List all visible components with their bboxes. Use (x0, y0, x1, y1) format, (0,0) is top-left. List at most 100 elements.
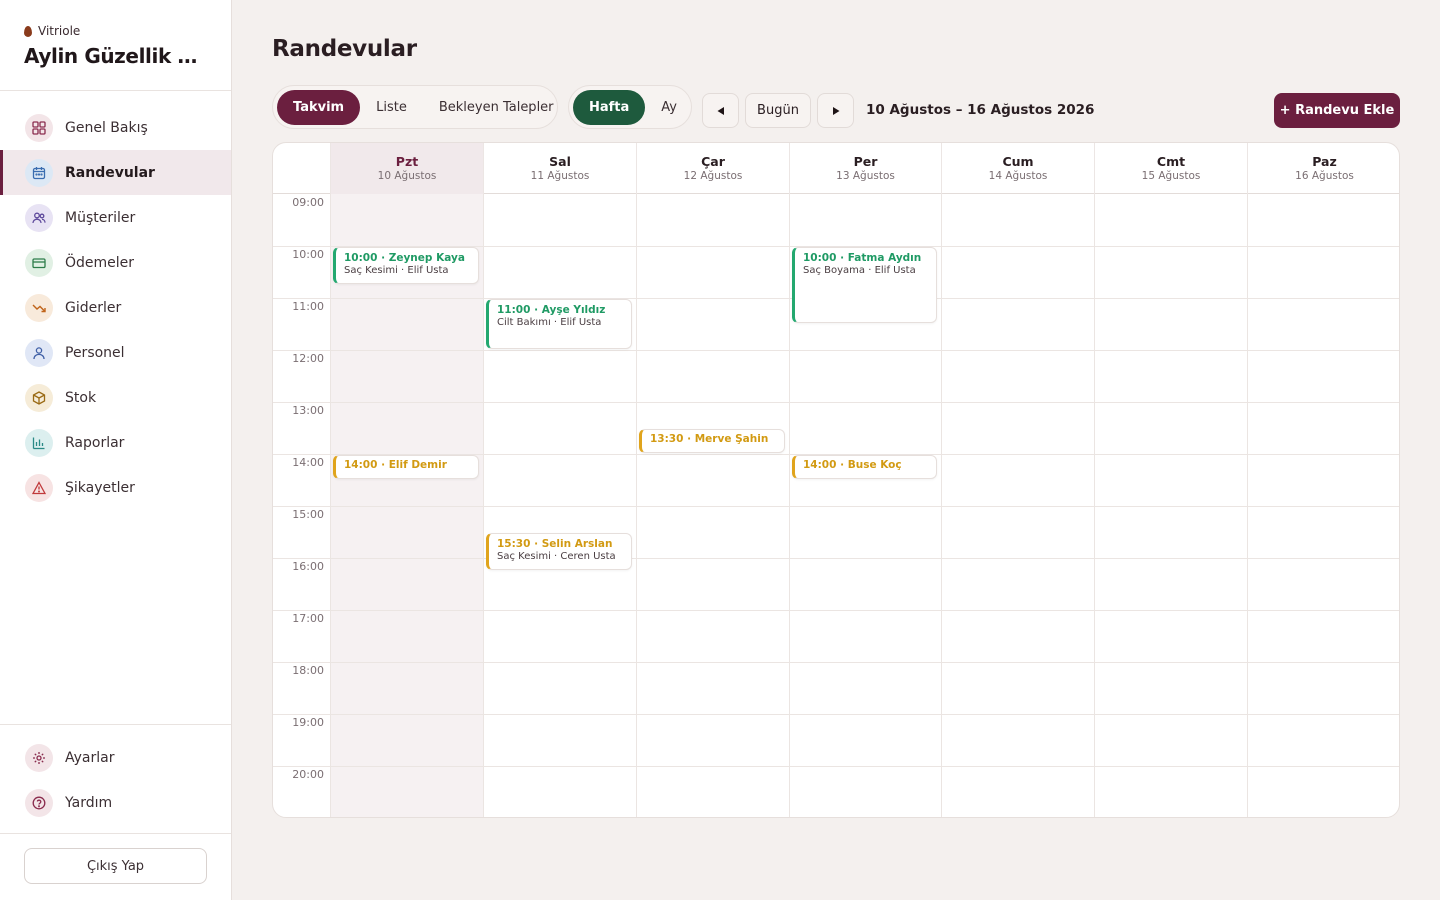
date-range-label: 10 Ağustos – 16 Ağustos 2026 (866, 102, 1095, 118)
sidebar-item-label: Ödemeler (65, 254, 135, 271)
bar-chart-icon (25, 428, 53, 457)
sidebar-divider (0, 724, 231, 725)
sidebar-item-personel[interactable]: Personel (0, 330, 231, 375)
hour-line (273, 350, 1399, 351)
day-header-pzt[interactable]: Pzt 10 Ağustos (330, 143, 483, 194)
day-header-sal[interactable]: Sal 11 Ağustos (483, 143, 636, 194)
day-date: 15 Ağustos (1141, 170, 1201, 182)
day-header-cum[interactable]: Cum 14 Ağustos (941, 143, 1094, 194)
appointment-title: 10:00 · Zeynep Kaya (344, 252, 465, 264)
appointment-card[interactable]: 14:00 · Elif Demir (333, 455, 479, 479)
appointment-card[interactable]: 14:00 · Buse Koç (792, 455, 937, 479)
day-column-divider (330, 194, 331, 817)
hour-line (273, 610, 1399, 611)
tab-bekleyen-talepler[interactable]: Bekleyen Talepler (423, 90, 570, 125)
sidebar-item-label: Genel Bakış (65, 119, 148, 136)
sidebar-item-sikayetler[interactable]: Şikayetler (0, 465, 231, 510)
appointment-details: Saç Kesimi · Ceren Usta (497, 551, 616, 562)
time-label: 15:00 (292, 508, 324, 521)
tab-liste[interactable]: Liste (360, 90, 423, 125)
day-date: 12 Ağustos (683, 170, 743, 182)
sidebar-item-odemeler[interactable]: Ödemeler (0, 240, 231, 285)
time-label: 20:00 (292, 768, 324, 781)
alert-triangle-icon (25, 473, 53, 502)
week-calendar: Pzt 10 Ağustos Sal 11 Ağustos Çar 12 Ağu… (272, 142, 1400, 818)
sidebar-item-raporlar[interactable]: Raporlar (0, 420, 231, 465)
sidebar-item-musteriler[interactable]: Müşteriler (0, 195, 231, 240)
appointment-card[interactable]: 10:00 · Zeynep Kaya Saç Kesimi · Elif Ust… (333, 247, 479, 284)
brand: Vitriole Aylin Güzellik Me... (24, 24, 214, 68)
day-column-divider (1094, 194, 1095, 817)
appointment-title: 10:00 · Fatma Aydın (803, 252, 922, 264)
time-label: 09:00 (292, 196, 324, 209)
sidebar-item-label: Personel (65, 344, 125, 361)
calendar-grid[interactable]: 09:00 10:00 11:00 12:00 13:00 14:00 15:00 16:00… (273, 194, 1399, 817)
page-title: Randevular (272, 36, 417, 62)
sidebar-item-label: Ayarlar (65, 749, 115, 766)
day-column-divider (789, 194, 790, 817)
appointment-card[interactable]: 11:00 · Ayşe Yıldız Cilt Bakımı · Elif Us… (486, 299, 632, 349)
day-name: Cum (1002, 154, 1034, 169)
sidebar-item-genel-bakis[interactable]: Genel Bakış (0, 105, 231, 150)
sidebar-item-yardim[interactable]: Yardım (0, 780, 231, 825)
calendar-toolbar: Takvim Liste Bekleyen Talepler Hafta Ay … (272, 85, 1400, 129)
next-week-button[interactable] (817, 93, 854, 128)
sidebar-item-randevular[interactable]: Randevular (0, 150, 231, 195)
time-label: 18:00 (292, 664, 324, 677)
drop-logo-icon (24, 25, 32, 37)
appointment-details: Saç Boyama · Elif Usta (803, 265, 916, 276)
credit-card-icon (25, 248, 53, 277)
day-header-paz[interactable]: Paz 16 Ağustos (1247, 143, 1399, 194)
tab-hafta[interactable]: Hafta (573, 89, 646, 125)
sidebar-item-ayarlar[interactable]: Ayarlar (0, 735, 231, 780)
day-header-per[interactable]: Per 13 Ağustos (789, 143, 941, 194)
appointment-card[interactable]: 15:30 · Selin Arslan Saç Kesimi · Ceren U… (486, 533, 632, 570)
hour-line (273, 558, 1399, 559)
appointment-details: Cilt Bakımı · Elif Usta (497, 317, 602, 328)
triangle-right-icon (832, 106, 839, 115)
appointment-card[interactable]: 13:30 · Merve Şahin (639, 429, 785, 453)
sidebar: Vitriole Aylin Güzellik Me... Genel Bakı… (0, 0, 232, 900)
time-label: 19:00 (292, 716, 324, 729)
users-icon (25, 203, 53, 232)
sidebar-divider (0, 833, 231, 834)
day-column-divider (483, 194, 484, 817)
hour-line (273, 662, 1399, 663)
day-date: 14 Ağustos (988, 170, 1048, 182)
appointment-title: 13:30 · Merve Şahin (650, 433, 769, 445)
day-header-car[interactable]: Çar 12 Ağustos (636, 143, 789, 194)
appointment-card[interactable]: 10:00 · Fatma Aydın Saç Boyama · Elif Ust… (792, 247, 937, 323)
appointment-title: 14:00 · Elif Demir (344, 459, 447, 471)
sidebar-bottom-nav: Ayarlar Yardım (0, 735, 231, 825)
today-button[interactable]: Bugün (745, 93, 811, 128)
sidebar-item-label: Randevular (65, 164, 155, 181)
day-name: Pzt (395, 154, 419, 169)
sidebar-item-giderler[interactable]: Giderler (0, 285, 231, 330)
box-icon (25, 383, 53, 412)
time-label: 13:00 (292, 404, 324, 417)
appointment-title: 14:00 · Buse Koç (803, 459, 902, 471)
day-column-divider (636, 194, 637, 817)
business-name[interactable]: Aylin Güzellik Me... (24, 44, 214, 68)
add-appointment-button[interactable]: + Randevu Ekle (1274, 93, 1400, 128)
time-label: 10:00 (292, 248, 324, 261)
sidebar-item-label: Yardım (65, 794, 113, 811)
triangle-left-icon (717, 106, 724, 115)
time-label: 12:00 (292, 352, 324, 365)
appointment-details: Saç Kesimi · Elif Usta (344, 265, 449, 276)
day-column-divider (1247, 194, 1248, 817)
day-date: 13 Ağustos (836, 170, 895, 182)
day-name: Paz (1312, 154, 1337, 169)
previous-week-button[interactable] (702, 93, 739, 128)
tab-takvim[interactable]: Takvim (277, 89, 361, 125)
appointment-title: 15:30 · Selin Arslan (497, 538, 613, 550)
day-header-cmt[interactable]: Cmt 15 Ağustos (1094, 143, 1247, 194)
logout-button[interactable]: Çıkış Yap (24, 848, 207, 884)
view-switcher: Takvim Liste Bekleyen Talepler (272, 85, 558, 129)
sidebar-item-stok[interactable]: Stok (0, 375, 231, 420)
tab-ay[interactable]: Ay (645, 90, 693, 125)
day-date: 16 Ağustos (1295, 170, 1354, 182)
appointment-title: 11:00 · Ayşe Yıldız (497, 304, 606, 316)
time-label: 17:00 (292, 612, 324, 625)
time-label: 11:00 (292, 300, 324, 313)
